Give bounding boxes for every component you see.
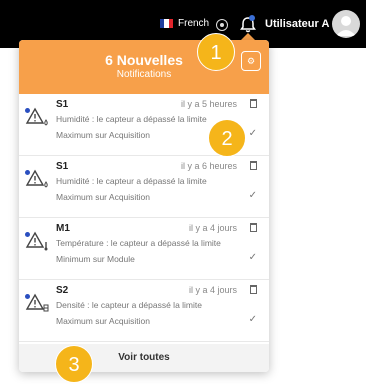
annotation-badge-3: 3 bbox=[55, 345, 93, 383]
check-icon[interactable]: ✓ bbox=[249, 128, 257, 139]
notifications-subtitle: Notifications bbox=[116, 69, 172, 80]
notification-title: S2 bbox=[56, 285, 69, 296]
notification-source: Maximum sur Acquisition bbox=[56, 130, 151, 140]
notification-title: S1 bbox=[56, 161, 69, 172]
annotation-badge-2: 2 bbox=[208, 119, 246, 157]
annotation-badge-1: 1 bbox=[197, 33, 235, 71]
gear-icon[interactable]: ⚙ bbox=[241, 51, 261, 71]
notification-description: Densité : le capteur a dépassé la limite bbox=[56, 300, 202, 310]
avatar[interactable] bbox=[332, 10, 360, 38]
language-label: French bbox=[178, 18, 210, 29]
notification-time: il y a 4 jours bbox=[188, 285, 237, 295]
warning-icon bbox=[24, 106, 50, 128]
notification-description: Humidité : le capteur a dépassé la limit… bbox=[56, 176, 207, 186]
settings-icon[interactable] bbox=[216, 19, 228, 31]
notification-time: il y a 5 heures bbox=[180, 99, 237, 109]
trash-icon[interactable] bbox=[250, 285, 257, 294]
user-name[interactable]: Utilisateur A bbox=[265, 18, 329, 30]
warning-icon bbox=[24, 292, 50, 314]
notification-title: M1 bbox=[56, 223, 70, 234]
bell-icon[interactable] bbox=[238, 15, 258, 35]
notification-time: il y a 4 jours bbox=[188, 223, 237, 233]
notification-item[interactable]: S2 il y a 4 jours Densité : le capteur a… bbox=[19, 280, 269, 342]
trash-icon[interactable] bbox=[250, 99, 257, 108]
check-icon[interactable]: ✓ bbox=[249, 314, 257, 325]
check-icon[interactable]: ✓ bbox=[249, 190, 257, 201]
check-icon[interactable]: ✓ bbox=[249, 252, 257, 263]
french-flag-icon bbox=[160, 19, 173, 28]
trash-icon[interactable] bbox=[250, 161, 257, 170]
notification-description: Température : le capteur a dépassé la li… bbox=[56, 238, 221, 248]
warning-icon bbox=[24, 168, 50, 190]
notification-description: Humidité : le capteur a dépassé la limit… bbox=[56, 114, 207, 124]
notification-source: Minimum sur Module bbox=[56, 254, 135, 264]
trash-icon[interactable] bbox=[250, 223, 257, 232]
notifications-panel: 6 Nouvelles Notifications ⚙ S1 il y a 5 … bbox=[19, 40, 269, 372]
warning-icon bbox=[24, 230, 50, 252]
notification-item[interactable]: M1 il y a 4 jours Température : le capte… bbox=[19, 218, 269, 280]
notification-indicator bbox=[249, 15, 255, 21]
notification-source: Maximum sur Acquisition bbox=[56, 192, 151, 202]
notification-item[interactable]: S1 il y a 6 heures Humidité : le capteur… bbox=[19, 156, 269, 218]
notification-title: S1 bbox=[56, 99, 69, 110]
notification-source: Maximum sur Acquisition bbox=[56, 316, 151, 326]
language-selector[interactable]: French bbox=[160, 18, 209, 29]
notification-time: il y a 6 heures bbox=[180, 161, 237, 171]
